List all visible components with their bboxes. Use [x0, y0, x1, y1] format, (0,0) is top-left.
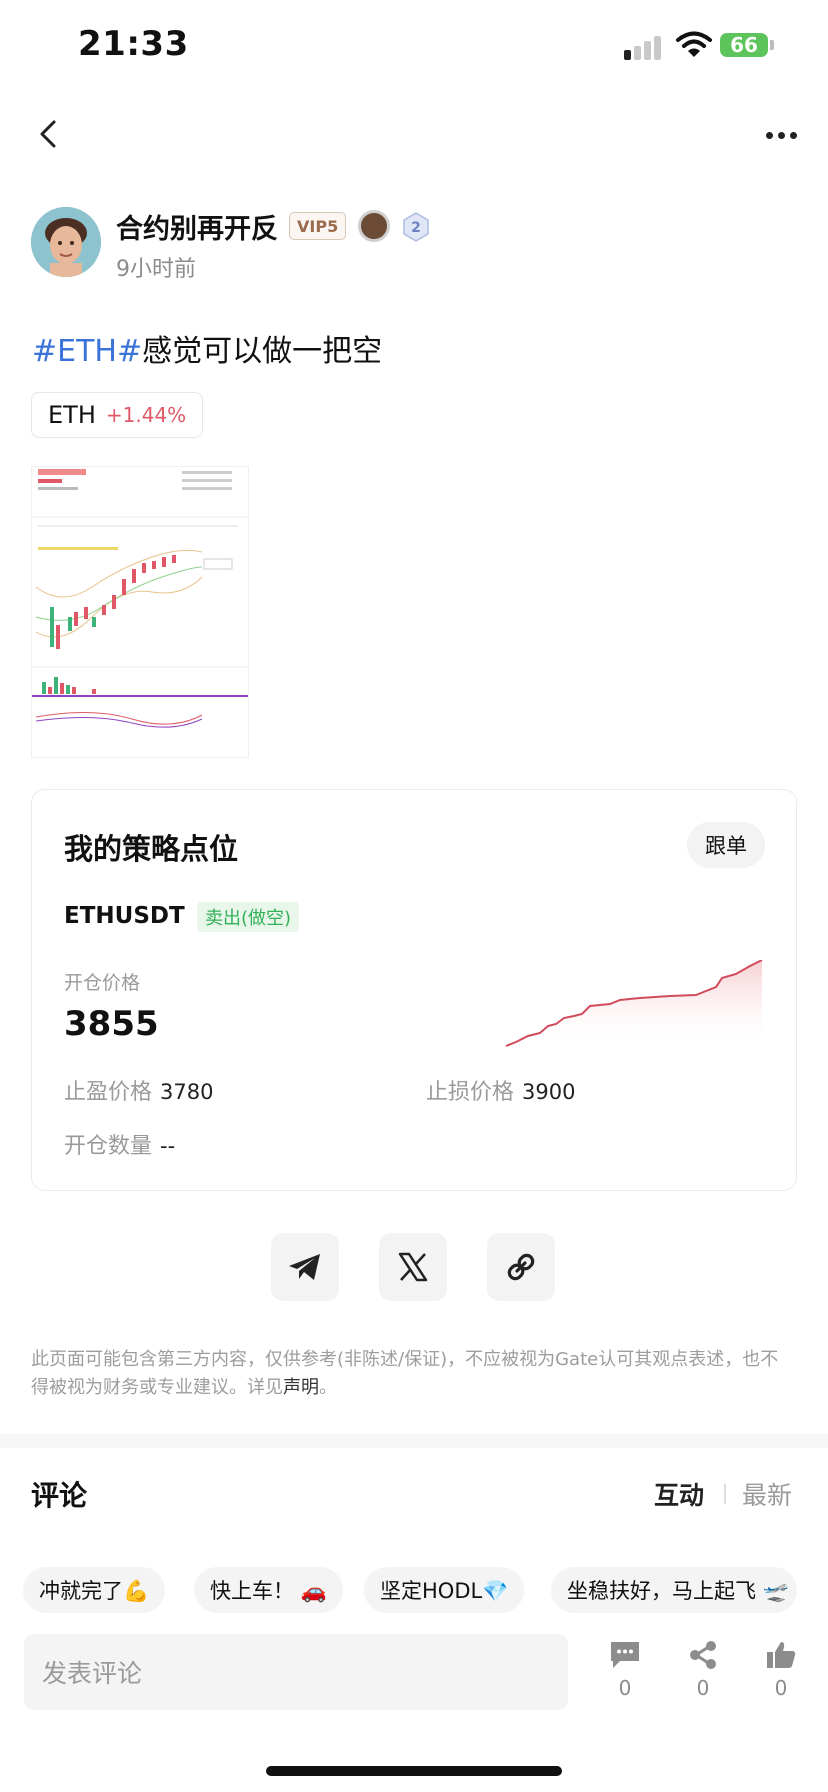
- disclaimer-end: 。: [319, 1377, 337, 1398]
- battery-level: 66: [730, 33, 758, 57]
- disclaimer-text: 此页面可能包含第三方内容，仅供参考(非陈述/保证)，不应被视为Gate认可其观点…: [31, 1349, 779, 1398]
- quick-comment-chip[interactable]: 坐稳扶好，马上起飞 🛫: [551, 1567, 797, 1613]
- stop-loss-label: 止损价格: [426, 1080, 515, 1105]
- take-profit-label: 止盈价格: [64, 1080, 153, 1105]
- like-action[interactable]: 0: [755, 1640, 807, 1700]
- x-icon: [398, 1252, 428, 1282]
- coin-name: ETH: [48, 401, 96, 429]
- quantity-value: --: [160, 1134, 176, 1158]
- comment-input[interactable]: 发表评论: [24, 1634, 568, 1710]
- post-body: 感觉可以做一把空: [142, 334, 383, 369]
- quick-comment-chip[interactable]: 快上车！ 🚗: [194, 1567, 343, 1613]
- coin-tag[interactable]: ETH +1.44%: [31, 392, 204, 438]
- home-indicator[interactable]: [266, 1766, 562, 1776]
- tab-latest[interactable]: 最新: [742, 1476, 792, 1512]
- like-icon: [767, 1642, 796, 1668]
- comment-count: 0: [618, 1676, 632, 1700]
- post-time: 9小时前: [116, 257, 196, 282]
- price-sparkline: [500, 959, 764, 1050]
- medal-badge-icon: [358, 210, 390, 242]
- share-x-button[interactable]: [379, 1233, 447, 1301]
- take-profit-value: 3780: [160, 1080, 214, 1104]
- share-icon: [690, 1641, 716, 1669]
- comment-icon: [611, 1642, 639, 1668]
- section-divider: [0, 1434, 828, 1448]
- open-price-label: 开仓价格: [64, 972, 141, 994]
- level-badge-icon: 2: [402, 212, 430, 242]
- status-time: 21:33: [78, 24, 189, 64]
- avatar[interactable]: [31, 207, 101, 277]
- battery-tip: [770, 40, 774, 50]
- copy-link-button[interactable]: [487, 1233, 555, 1301]
- hashtag-link[interactable]: #ETH#: [32, 334, 142, 369]
- tab-separator: [724, 1484, 726, 1504]
- badge-level: 2: [411, 220, 421, 236]
- attached-chart-image[interactable]: [31, 466, 249, 758]
- stop-loss-value: 3900: [522, 1080, 576, 1104]
- telegram-icon: [289, 1254, 320, 1280]
- vip-badge: VIP5: [289, 212, 347, 240]
- tab-interactive[interactable]: 互动: [654, 1476, 704, 1512]
- chevron-left-icon: [40, 120, 56, 148]
- quick-comment-chip[interactable]: 坚定HODL💎: [364, 1567, 525, 1613]
- coin-change: +1.44%: [105, 403, 187, 427]
- strategy-title: 我的策略点位: [64, 832, 239, 866]
- like-count: 0: [774, 1676, 788, 1700]
- quantity-label: 开仓数量: [64, 1134, 153, 1159]
- disclaimer: 此页面可能包含第三方内容，仅供参考(非陈述/保证)，不应被视为Gate认可其观点…: [31, 1346, 791, 1402]
- battery-indicator: 66: [720, 33, 768, 57]
- share-count: 0: [696, 1676, 710, 1700]
- cellular-signal-icon: [624, 34, 666, 60]
- wifi-icon: [676, 30, 712, 60]
- take-profit: 止盈价格 3780: [64, 1074, 213, 1106]
- share-action[interactable]: 0: [677, 1640, 729, 1700]
- author-name[interactable]: 合约别再开反: [116, 207, 278, 246]
- stop-loss: 止损价格 3900: [426, 1074, 575, 1106]
- link-icon: [507, 1253, 535, 1281]
- follow-trade-button[interactable]: 跟单: [687, 822, 765, 868]
- open-price-value: 3855: [64, 1004, 159, 1044]
- trade-side-badge: 卖出(做空): [197, 902, 300, 932]
- share-telegram-button[interactable]: [271, 1233, 339, 1301]
- back-button[interactable]: [30, 112, 66, 156]
- position-quantity: 开仓数量 --: [64, 1128, 175, 1160]
- comments-title: 评论: [31, 1479, 88, 1512]
- quick-comment-chip[interactable]: 冲就完了💪: [23, 1567, 166, 1613]
- trading-pair: ETHUSDT: [64, 903, 185, 929]
- post-text: #ETH#感觉可以做一把空: [32, 326, 382, 370]
- disclaimer-link[interactable]: 声明: [283, 1377, 319, 1398]
- comment-action[interactable]: 0: [599, 1640, 651, 1700]
- more-options-button[interactable]: [766, 126, 802, 144]
